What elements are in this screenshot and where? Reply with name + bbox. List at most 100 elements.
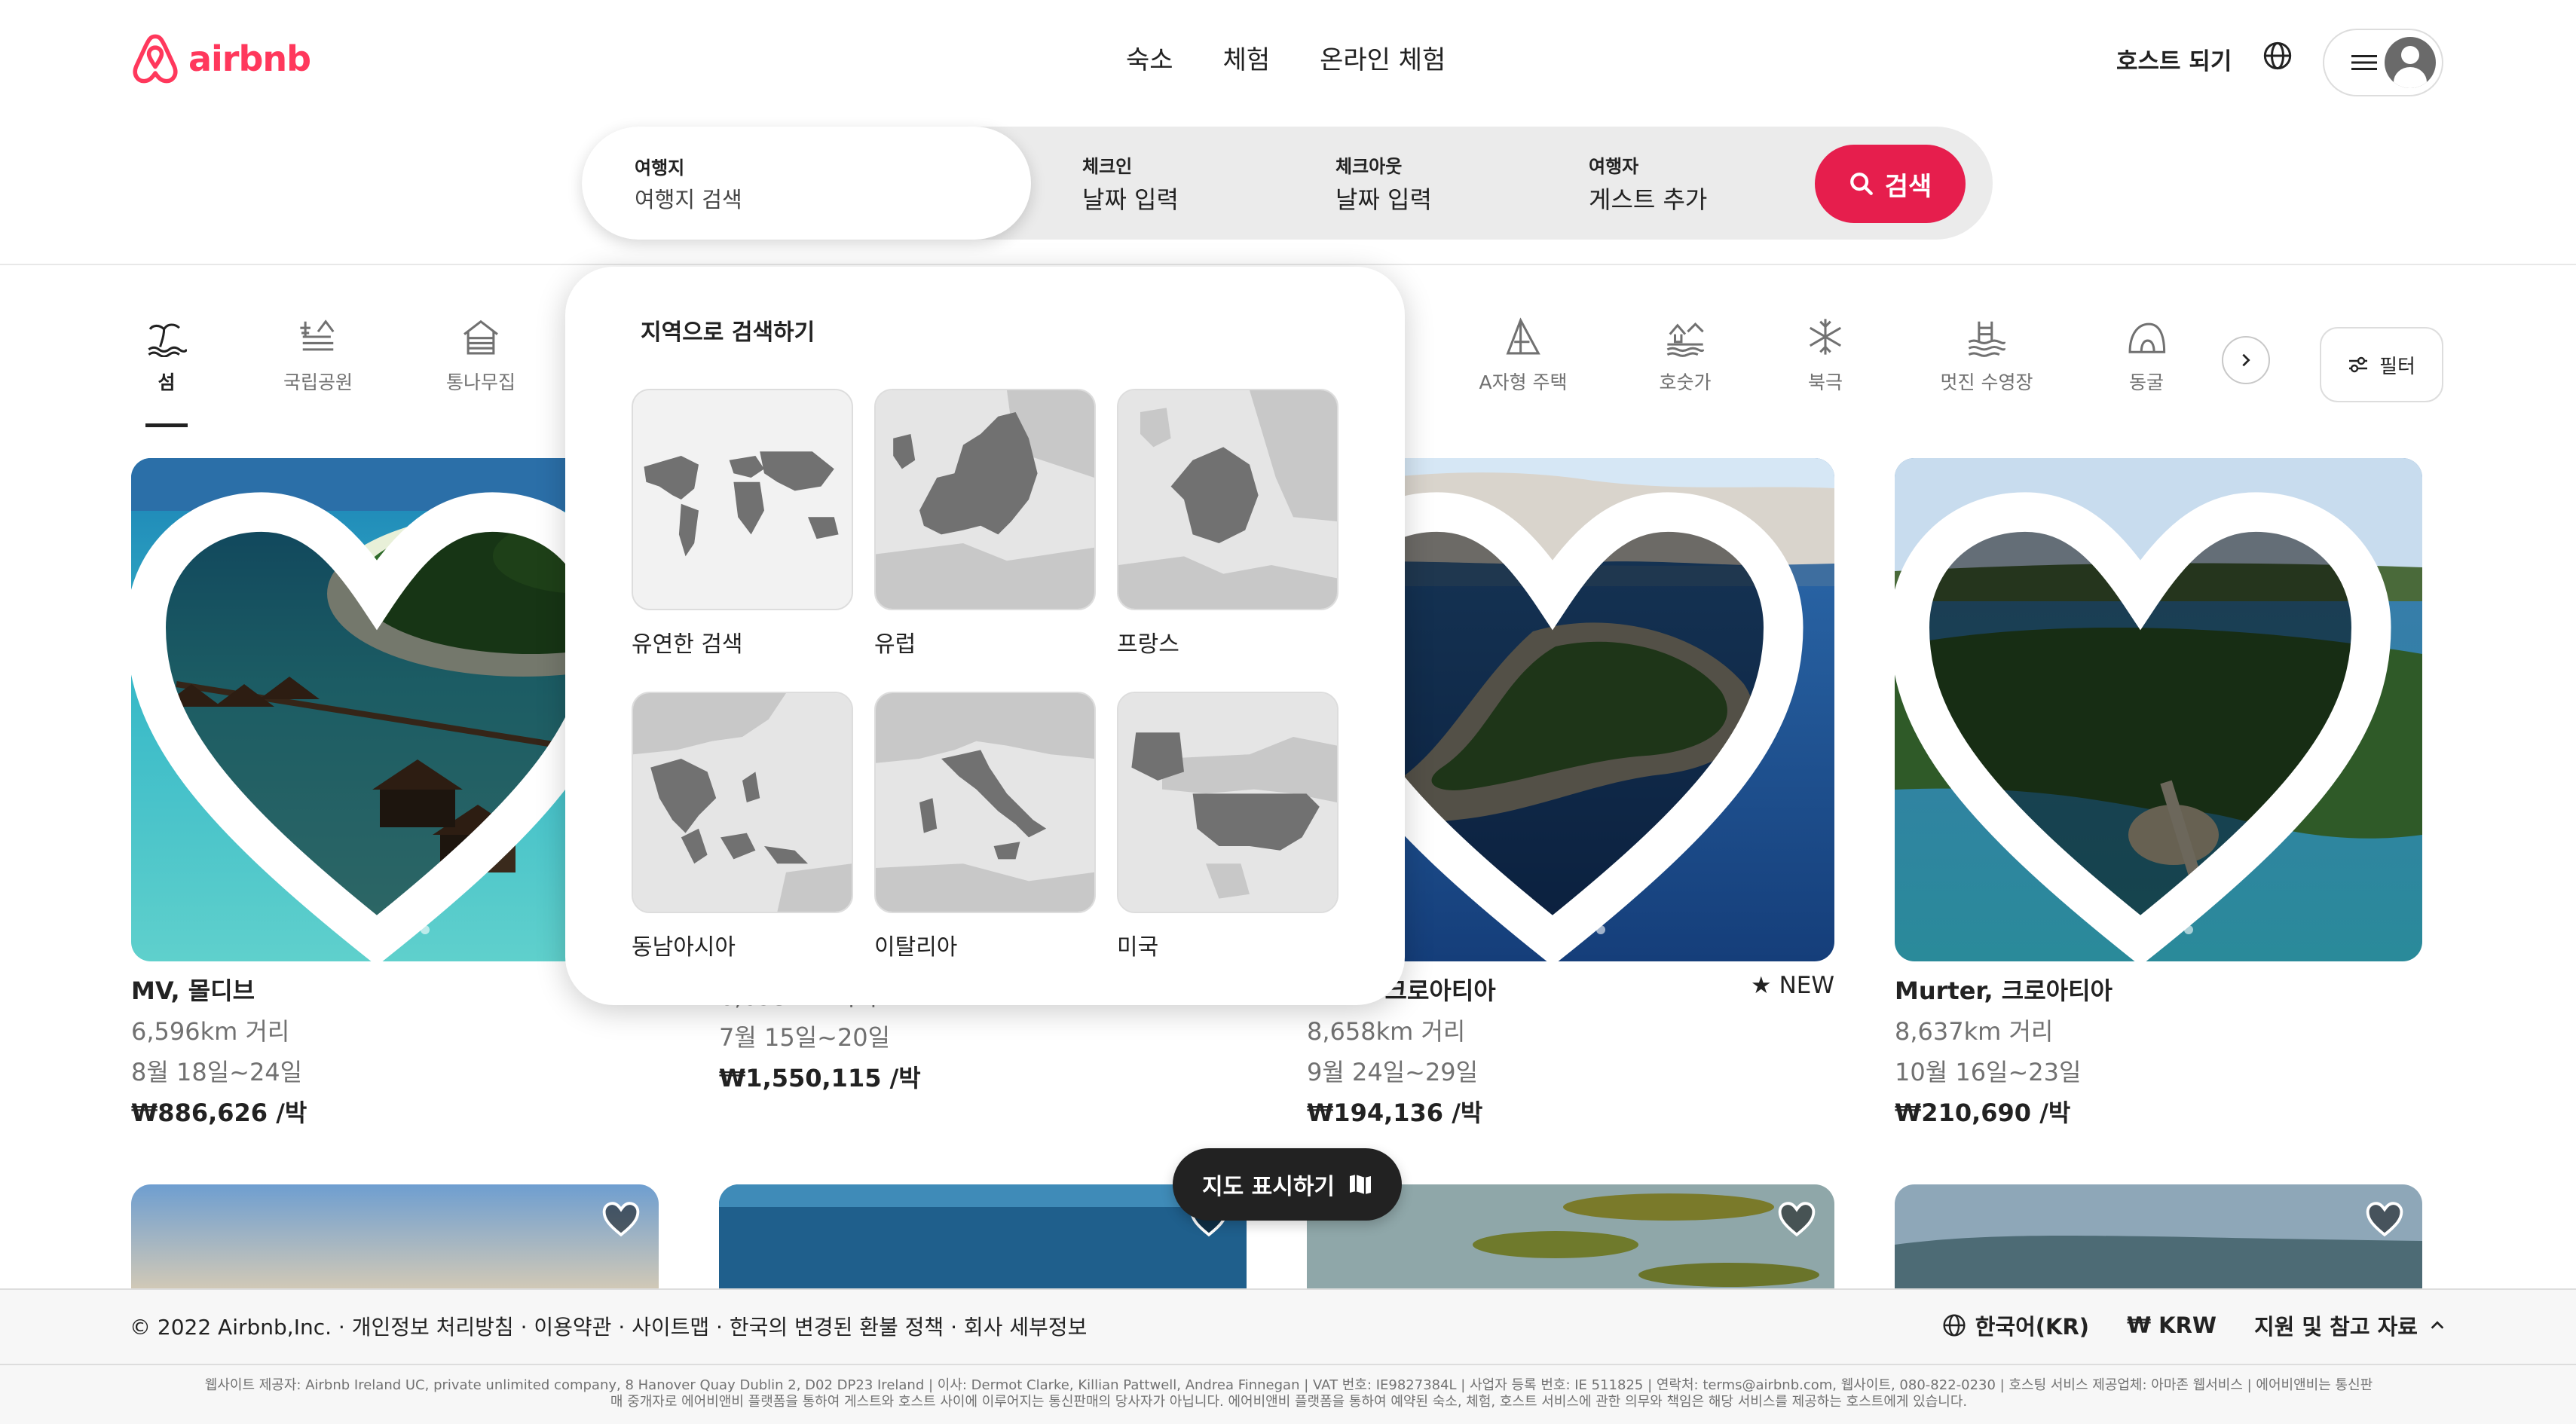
search-button[interactable]: 검색 (1815, 145, 1966, 223)
user-menu-button[interactable] (2323, 29, 2443, 96)
site-header: airbnb 숙소 체험 온라인 체험 호스트 되기 여행지 여행지 검색 체크… (0, 0, 2576, 265)
footer-settings: 한국어(KR) ₩ KRW 지원 및 참고 자료 (1942, 1309, 2448, 1341)
listing-dates: 10월 16일~23일 (1895, 1058, 2082, 1086)
listing-photo[interactable] (719, 1184, 1247, 1290)
category-arctic[interactable]: 북극 (1803, 316, 1848, 395)
currency-selector[interactable]: ₩ KRW (2127, 1312, 2217, 1338)
usa-map (1118, 693, 1337, 912)
listing-title: MV, 몰디브 (131, 976, 255, 1005)
guests-field[interactable]: 여행자 게스트 추가 (1589, 127, 1707, 240)
category-island[interactable]: 섬 (140, 316, 193, 395)
category-amazing-pools[interactable]: 멋진 수영장 (1934, 316, 2039, 395)
listing-dates: 8월 18일~24일 (131, 1058, 303, 1086)
check-in-field[interactable]: 체크인 날짜 입력 (1082, 127, 1179, 240)
region-map (632, 692, 853, 913)
language-selector[interactable]: 한국어(KR) (1942, 1309, 2089, 1341)
snowflake-icon (1809, 319, 1842, 355)
cabin-icon (463, 319, 498, 355)
legal-text: 웹사이트 제공자: Airbnb Ireland UC, private unl… (136, 1377, 2442, 1410)
category-caves[interactable]: 동굴 (2124, 316, 2169, 395)
nav-online-experiences[interactable]: 온라인 체험 (1320, 39, 1446, 76)
listing-distance: 8,637km 거리 (1895, 1017, 2054, 1046)
category-label: 북극 (1807, 371, 1843, 393)
currency-label: ₩ KRW (2127, 1312, 2217, 1338)
map-icon (1350, 1175, 1372, 1194)
heart-icon[interactable] (1895, 475, 2404, 961)
category-lakeside[interactable]: 호숫가 (1655, 316, 1715, 395)
globe-icon (1943, 1314, 1966, 1337)
filter-button[interactable]: 필터 (2320, 327, 2443, 402)
region-option-italy[interactable]: 이탈리아 (874, 692, 1096, 961)
region-search-title: 지역으로 검색하기 (641, 319, 815, 346)
listing-card[interactable]: Murter, 크로아티아 8,637km 거리 10월 16일~23일 ₩21… (1895, 458, 2422, 1129)
listing-dates: 9월 24일~29일 (1307, 1058, 1479, 1086)
a-frame-icon (1506, 317, 1540, 355)
show-map-button[interactable]: 지도 표시하기 (1173, 1148, 1402, 1221)
heart-icon[interactable] (2365, 1201, 2404, 1237)
menu-icon (2351, 55, 2377, 70)
region-option-france[interactable]: 프랑스 (1117, 389, 1338, 659)
check-out-value: 날짜 입력 (1335, 185, 1432, 214)
france-map (1118, 390, 1337, 609)
listing-price: ₩194,136 /박 (1307, 1099, 1483, 1127)
category-scroll-next-button[interactable] (2222, 336, 2270, 384)
site-footer: © 2022 Airbnb,Inc. · 개인정보 처리방침 · 이용약관 · … (0, 1288, 2576, 1424)
cave-icon (2128, 322, 2166, 353)
photo-dots (2124, 925, 2193, 934)
globe-icon[interactable] (2262, 41, 2293, 71)
check-in-label: 체크인 (1082, 155, 1133, 177)
category-a-frame[interactable]: A자형 주택 (1474, 316, 1572, 395)
heart-icon[interactable] (601, 1201, 641, 1237)
region-option-europe[interactable]: 유럽 (874, 389, 1096, 659)
support-label: 지원 및 참고 자료 (2253, 1314, 2418, 1340)
footer-links[interactable]: © 2022 Airbnb,Inc. · 개인정보 처리방침 · 이용약관 · … (130, 1311, 1087, 1341)
listing-photo-sky (131, 1184, 659, 1290)
region-option-flexible[interactable]: 유연한 검색 (632, 389, 853, 659)
italy-map (876, 693, 1094, 912)
region-map (1117, 692, 1338, 913)
category-national-park[interactable]: 국립공원 (280, 316, 356, 395)
listing-title: Murter, 크로아티아 (1895, 976, 2113, 1005)
airbnb-logo-icon (133, 34, 178, 84)
island-icon (148, 323, 187, 357)
chevron-up-icon (2431, 1321, 2444, 1329)
support-resources-button[interactable]: 지원 및 참고 자료 (2254, 1309, 2448, 1341)
heart-icon[interactable] (1777, 1201, 1816, 1237)
region-search-dropdown: 지역으로 검색하기 유연한 검색 유럽 프랑스 동남아시아 이탈리아 미국 (565, 267, 1405, 1005)
check-out-label: 체크아웃 (1335, 155, 1403, 177)
photo-dots (360, 925, 430, 934)
category-label: A자형 주택 (1479, 371, 1568, 393)
category-label: 멋진 수영장 (1940, 371, 2033, 393)
category-label: 통나무집 (445, 371, 516, 393)
listing-photo[interactable] (131, 1184, 659, 1290)
filter-label: 필터 (2379, 355, 2415, 378)
listing-distance: 8,658km 거리 (1307, 1017, 1466, 1046)
brand-name: airbnb (188, 38, 311, 79)
nav-stays[interactable]: 숙소 (1126, 39, 1173, 76)
destination-field[interactable]: 여행지 여행지 검색 (582, 127, 1031, 240)
region-option-usa[interactable]: 미국 (1117, 692, 1338, 961)
listing-rating: ★ NEW (1750, 972, 1834, 999)
destination-input[interactable]: 여행지 검색 (635, 182, 1031, 214)
europe-map (876, 390, 1094, 609)
listing-title-row: Murter, 크로아티아 (1895, 972, 2422, 1007)
search-icon (1849, 173, 1873, 195)
destination-label: 여행지 (635, 157, 685, 179)
national-park-icon (300, 319, 335, 351)
rating-value: NEW (1779, 972, 1834, 999)
region-name: 프랑스 (1117, 631, 1179, 658)
listing-price: ₩1,550,115 /박 (719, 1064, 921, 1092)
listing-photo[interactable] (1895, 458, 2422, 961)
category-cabin[interactable]: 통나무집 (443, 316, 519, 395)
show-map-label: 지도 표시하기 (1201, 1174, 1335, 1200)
check-out-field[interactable]: 체크아웃 날짜 입력 (1335, 127, 1432, 240)
region-name: 유럽 (874, 631, 916, 658)
lakeside-icon (1666, 322, 1705, 357)
heart-icon[interactable] (131, 475, 641, 961)
airbnb-logo[interactable]: airbnb (130, 32, 311, 86)
nav-experiences[interactable]: 체험 (1223, 39, 1271, 76)
category-label: 호숫가 (1659, 371, 1712, 393)
listing-photo[interactable] (1895, 1184, 2422, 1290)
become-host-link[interactable]: 호스트 되기 (2116, 42, 2232, 76)
region-option-southeast-asia[interactable]: 동남아시아 (632, 692, 853, 961)
